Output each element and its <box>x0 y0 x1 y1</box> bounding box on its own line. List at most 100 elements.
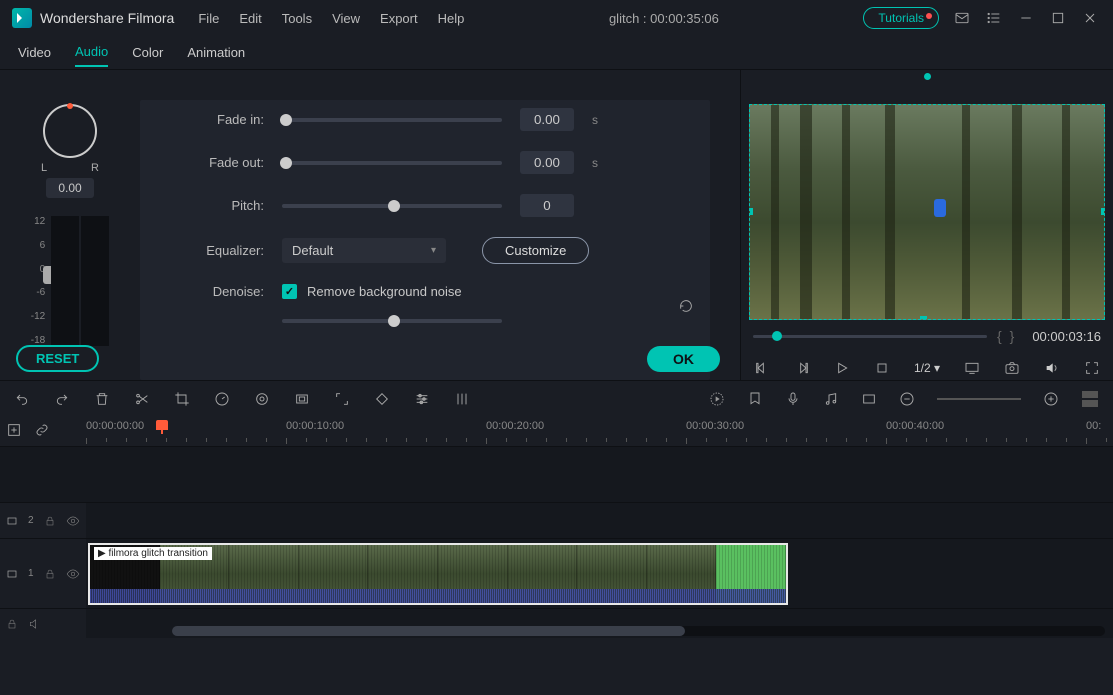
chevron-down-icon: ▾ <box>431 245 436 256</box>
reset-button[interactable]: RESET <box>16 345 99 372</box>
track-visibility-icon[interactable] <box>66 514 80 528</box>
zoom-slider[interactable] <box>937 398 1021 400</box>
tutorials-button[interactable]: Tutorials <box>863 7 939 29</box>
render-icon[interactable] <box>709 391 725 407</box>
zoom-in-icon[interactable] <box>1043 391 1059 407</box>
app-logo <box>12 8 32 28</box>
resize-handle-left[interactable] <box>749 208 753 215</box>
subject-cyclist <box>934 199 946 217</box>
marker-handle[interactable] <box>924 73 931 80</box>
app-name: Wondershare Filmora <box>40 10 174 26</box>
main-menu: File Edit Tools View Export Help <box>198 11 464 26</box>
fade-out-slider[interactable] <box>282 161 502 165</box>
fade-in-slider[interactable] <box>282 118 502 122</box>
pitch-input[interactable] <box>520 194 574 217</box>
equalizer-select[interactable]: Default▾ <box>282 238 446 263</box>
fade-in-label: Fade in: <box>168 112 264 127</box>
menu-export[interactable]: Export <box>380 11 418 26</box>
resize-handle-right[interactable] <box>1101 208 1105 215</box>
audio-track-mute-icon[interactable] <box>28 617 42 631</box>
timeline-clip[interactable]: ▶ filmora glitch transition <box>88 543 788 605</box>
delete-icon[interactable] <box>94 391 110 407</box>
pitch-label: Pitch: <box>168 198 264 213</box>
project-title: glitch : 00:00:35:06 <box>464 11 863 26</box>
crop-zoom-icon[interactable] <box>334 391 350 407</box>
track-lock-icon[interactable] <box>44 568 56 580</box>
ok-button[interactable]: OK <box>647 346 720 372</box>
preview-viewport[interactable] <box>749 104 1105 320</box>
audio-track-lock-icon[interactable] <box>6 618 18 630</box>
timeline-h-scrollbar[interactable] <box>172 626 1105 636</box>
pitch-slider[interactable] <box>282 204 502 208</box>
mark-in-icon[interactable]: { <box>997 328 1010 344</box>
unit-seconds: s <box>592 113 602 127</box>
clip-label: ▶ filmora glitch transition <box>94 547 212 560</box>
prev-frame-icon[interactable] <box>754 360 770 376</box>
menu-file[interactable]: File <box>198 11 219 26</box>
play-icon[interactable] <box>834 360 850 376</box>
track-v1-index: 1 <box>28 568 34 579</box>
denoise-slider[interactable] <box>282 319 502 323</box>
menu-help[interactable]: Help <box>438 11 465 26</box>
window-minimize-icon[interactable] <box>1017 9 1035 27</box>
audio-mixer-icon[interactable] <box>454 391 470 407</box>
preview-scrubber[interactable] <box>753 335 987 338</box>
menu-tools[interactable]: Tools <box>282 11 312 26</box>
playhead[interactable] <box>161 420 163 434</box>
crop-icon[interactable] <box>174 391 190 407</box>
window-maximize-icon[interactable] <box>1049 9 1067 27</box>
denoise-label: Denoise: <box>168 284 264 299</box>
menu-edit[interactable]: Edit <box>239 11 261 26</box>
denoise-checkbox[interactable]: ✓ <box>282 284 297 299</box>
track-visibility-icon[interactable] <box>66 567 80 581</box>
pan-value: 0.00 <box>46 178 93 198</box>
aspect-icon[interactable] <box>861 391 877 407</box>
notification-dot-icon <box>926 13 932 19</box>
undo-icon[interactable] <box>14 391 30 407</box>
keyframe-icon[interactable] <box>374 391 390 407</box>
tab-video[interactable]: Video <box>18 39 51 66</box>
resize-handle-bottom[interactable] <box>920 316 927 320</box>
add-track-icon[interactable] <box>6 422 22 438</box>
playback-speed[interactable]: 1/2 ▾ <box>914 361 940 375</box>
volume-icon[interactable] <box>1044 360 1060 376</box>
clip-audio-waveform <box>90 589 786 603</box>
speed-icon[interactable] <box>214 391 230 407</box>
next-frame-icon[interactable] <box>794 360 810 376</box>
redo-icon[interactable] <box>54 391 70 407</box>
zoom-out-icon[interactable] <box>899 391 915 407</box>
color-icon[interactable] <box>254 391 270 407</box>
window-close-icon[interactable] <box>1081 9 1099 27</box>
equalizer-label: Equalizer: <box>168 243 264 258</box>
preview-timecode: 00:00:03:16 <box>1032 329 1101 344</box>
fade-in-input[interactable] <box>520 108 574 131</box>
mail-icon[interactable] <box>953 9 971 27</box>
timeline-ruler[interactable]: 00:00:00:0000:00:10:0000:00:20:0000:00:3… <box>86 420 1113 444</box>
green-screen-icon[interactable] <box>294 391 310 407</box>
reset-param-icon[interactable] <box>678 298 694 314</box>
fade-out-input[interactable] <box>520 151 574 174</box>
split-icon[interactable] <box>134 391 150 407</box>
link-icon[interactable] <box>34 422 50 438</box>
menu-view[interactable]: View <box>332 11 360 26</box>
adjust-icon[interactable] <box>414 391 430 407</box>
marker-icon[interactable] <box>747 391 763 407</box>
stop-icon[interactable] <box>874 360 890 376</box>
mark-out-icon[interactable]: } <box>1010 328 1023 344</box>
tab-color[interactable]: Color <box>132 39 163 66</box>
record-vo-icon[interactable] <box>785 391 801 407</box>
panel-layout-icon[interactable] <box>1081 390 1099 408</box>
track-v2-index: 2 <box>28 515 34 526</box>
tab-audio[interactable]: Audio <box>75 38 108 67</box>
snapshot-icon[interactable] <box>1004 360 1020 376</box>
denoise-checkbox-label: Remove background noise <box>307 284 462 299</box>
customize-button[interactable]: Customize <box>482 237 589 264</box>
tab-animation[interactable]: Animation <box>187 39 245 66</box>
display-settings-icon[interactable] <box>964 360 980 376</box>
fullscreen-icon[interactable] <box>1084 360 1100 376</box>
track-lock-icon[interactable] <box>44 515 56 527</box>
pan-dial[interactable] <box>43 104 97 158</box>
pan-right-label: R <box>91 162 99 174</box>
audio-sync-icon[interactable] <box>823 391 839 407</box>
list-icon[interactable] <box>985 9 1003 27</box>
